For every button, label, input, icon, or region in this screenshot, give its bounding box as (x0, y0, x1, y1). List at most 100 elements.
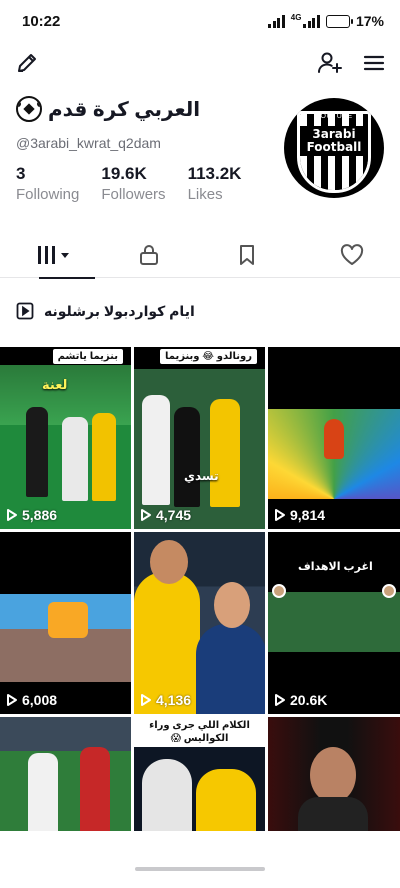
player-figure (62, 417, 88, 501)
battery-percent: 17% (355, 13, 384, 29)
stat-value: 113.2K (187, 164, 242, 183)
video-thumbnail[interactable]: 9,814 (268, 347, 400, 529)
add-friend-button[interactable] (315, 48, 345, 78)
player-figure (26, 407, 48, 497)
playlist-item[interactable]: ايام كواردبولا برشلونه (16, 302, 195, 320)
video-thumbnail[interactable]: بنزيما ياتشم لعنة 5,886 (0, 347, 131, 529)
stat-label: Following (16, 186, 80, 203)
video-thumbnail[interactable]: الكلام اللي جرى وراء الكواليس 😱 (134, 717, 265, 831)
player-avatar (382, 584, 396, 598)
view-count: 4,136 (156, 692, 192, 708)
person-body (298, 797, 368, 831)
video-view-count: 5,886 (6, 507, 57, 523)
video-thumbnail[interactable]: 6,008 (0, 532, 131, 714)
stat-label: Likes (187, 186, 223, 203)
play-icon (141, 694, 151, 706)
play-icon (275, 694, 285, 706)
person-head (214, 582, 250, 628)
username: @3arabi_kwrat_q2dam (16, 135, 161, 151)
video-view-count: 6,008 (6, 692, 57, 708)
video-overlay-text: اغرب الاهداف (298, 561, 373, 573)
edit-profile-button[interactable] (12, 48, 42, 78)
tab-saved[interactable] (207, 232, 287, 278)
add-user-icon (318, 52, 342, 73)
player-figure (80, 747, 110, 831)
stat-label: Followers (101, 186, 166, 203)
player-figure (210, 399, 240, 507)
profile-top-bar (0, 48, 400, 82)
video-thumbnail[interactable]: اغرب الاهداف 20.6K (268, 532, 400, 714)
view-count: 9,814 (290, 507, 326, 523)
view-count: 6,008 (22, 692, 58, 708)
stat-followers[interactable]: 19.6K Followers (101, 164, 165, 203)
avatar-line-2: Football (306, 140, 362, 154)
soccer-ball-icon (16, 96, 42, 122)
person-figure (196, 624, 265, 714)
status-time: 10:22 (22, 13, 61, 30)
video-overlay-text: الكلام اللي جرى وراء الكواليس 😱 (149, 720, 250, 744)
video-view-count: 20.6K (274, 692, 327, 708)
profile-stats: 3 Following 19.6K Followers 113.2K Likes (16, 164, 241, 203)
play-icon (7, 694, 17, 706)
play-icon (275, 509, 285, 521)
player-figure (92, 413, 116, 501)
stat-value: 3 (16, 164, 26, 183)
battery-icon (325, 14, 353, 28)
hamburger-menu-icon (363, 55, 385, 71)
video-thumbnail[interactable] (0, 717, 131, 831)
video-view-count: 4,745 (140, 507, 191, 523)
playlist-label: ايام كواردبولا برشلونه (44, 302, 195, 319)
pitch-background (268, 592, 400, 652)
active-tab-indicator (39, 277, 95, 279)
video-view-count: 4,136 (140, 692, 191, 708)
video-overlay-text: تسدي (184, 469, 219, 483)
player-figure (142, 395, 170, 505)
heart-icon (340, 244, 364, 265)
video-thumbnail[interactable]: 4,136 (134, 532, 265, 714)
tab-videos[interactable] (14, 232, 95, 279)
person-head (310, 747, 356, 803)
play-square-icon (16, 302, 34, 320)
player-figure (174, 407, 200, 507)
avatar-top-text: YOUTUBE (315, 113, 353, 120)
video-grid: بنزيما ياتشم لعنة 5,886 رونالدو 😂 وبنزيم… (0, 347, 400, 714)
stat-value: 19.6K (101, 164, 147, 183)
tab-liked[interactable] (312, 232, 392, 278)
avatar-shield: YOUTUBE 3arabi Football (297, 111, 371, 193)
video-view-count: 9,814 (274, 507, 325, 523)
video-caption: بنزيما ياتشم (52, 349, 123, 364)
stat-following[interactable]: 3 Following (16, 164, 79, 203)
game-logo (48, 602, 88, 638)
video-thumbnail[interactable] (268, 717, 400, 831)
display-name-text: العربي كرة قدم (48, 98, 201, 121)
play-icon (141, 509, 151, 521)
bookmark-icon (240, 245, 254, 265)
profile-tabs (0, 232, 400, 279)
pencil-icon (18, 54, 36, 72)
grid-icon (38, 246, 69, 264)
avatar-band: 3arabi Football (300, 126, 368, 156)
tab-private[interactable] (109, 232, 189, 278)
video-overlay-text: لعنة (42, 377, 68, 392)
player-avatar (272, 584, 286, 598)
player-figure (142, 759, 192, 831)
video-grid-row-3: الكلام اللي جرى وراء الكواليس 😱 (0, 717, 400, 831)
view-count: 4,745 (156, 507, 192, 523)
network-type: 4G (290, 13, 302, 22)
view-count: 5,886 (22, 507, 58, 523)
person-figure (196, 769, 256, 831)
lock-icon (140, 245, 158, 265)
player-figure (28, 753, 58, 831)
play-icon (7, 509, 17, 521)
player-head (150, 540, 188, 584)
home-indicator[interactable] (135, 867, 265, 871)
signal-icon-2 (303, 14, 320, 28)
signal-icon (268, 14, 285, 28)
menu-button[interactable] (359, 48, 389, 78)
status-icons: 4G 17% (268, 13, 384, 29)
game-character (324, 419, 344, 459)
video-thumbnail[interactable]: رونالدو 😂 وبنزيما تسدي 4,745 (134, 347, 265, 529)
profile-avatar[interactable]: YOUTUBE 3arabi Football (284, 98, 384, 198)
stat-likes[interactable]: 113.2K Likes (188, 164, 242, 203)
status-bar: 10:22 4G 17% (0, 0, 400, 44)
